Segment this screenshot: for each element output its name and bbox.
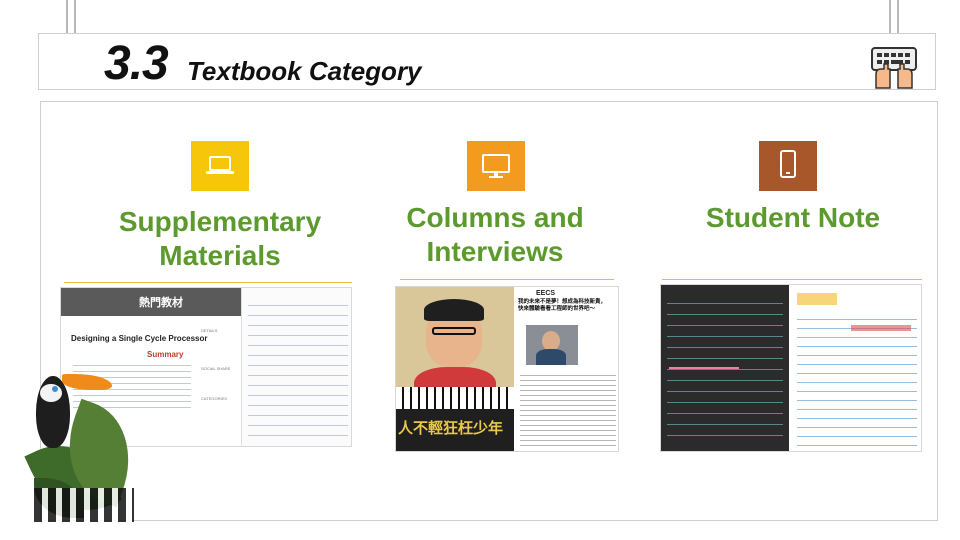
category-title-line2: Materials [159, 240, 281, 271]
category-student-note-title: Student Note [680, 201, 906, 235]
category-title-line1: Columns and [406, 202, 584, 233]
article-text-block [520, 371, 616, 447]
section-title: Textbook Category [187, 56, 422, 86]
chalkboard-notes [661, 285, 789, 451]
interview-photo [526, 325, 578, 365]
magazine-headline: 我的未來不是夢！想成為科技新貴， 快來體驗看看工程師的世界吧～ [518, 299, 618, 313]
category-divider [64, 282, 352, 283]
monitor-icon [467, 141, 525, 191]
category-divider [662, 279, 922, 280]
smartphone-icon [759, 141, 817, 191]
student-note-thumbnail[interactable] [660, 284, 922, 452]
category-title-line2: Interviews [426, 236, 564, 267]
laptop-icon [191, 141, 249, 191]
handwritten-notes-page [241, 288, 351, 446]
headline-line1: 我的未來不是夢！想成為科技新貴， [518, 299, 607, 305]
toucan-icon [36, 376, 70, 448]
thumbnail-banner: 熱門教材 [139, 297, 183, 309]
category-title-line1: Supplementary [118, 206, 322, 237]
typing-keyboard-icon [870, 44, 918, 90]
cover-caption: 人不輕狂枉少年 [398, 420, 504, 437]
columns-interviews-thumbnail[interactable]: 人不輕狂枉少年 EECS 我的未來不是夢！想成為科技新貴， 快來體驗看看工程師的… [395, 286, 619, 452]
magazine-header: EECS [536, 290, 556, 297]
headline-line2: 快來體驗看看工程師的世界吧～ [518, 306, 596, 312]
cartoon-cover: 人不輕狂枉少年 [396, 287, 514, 451]
thumbnail-details-label: DETAILS [201, 328, 218, 333]
title-bar [38, 33, 936, 90]
category-supplementary-title: Supplementary Materials [100, 205, 340, 273]
category-divider [400, 279, 614, 280]
category-interviews-title: Columns and Interviews [380, 201, 610, 269]
thumbnail-doc-title: Designing a Single Cycle Processor [71, 334, 208, 343]
thumbnail-social-label: SOCIAL SHARE [201, 366, 231, 371]
category-title-line1: Student Note [705, 202, 881, 233]
thumbnail-categories-label: CATEGORIES [201, 396, 227, 401]
section-number: 3.3 [104, 37, 169, 90]
handwritten-notes [791, 285, 921, 451]
tropical-decoration [24, 368, 148, 530]
thumbnail-summary-heading: Summary [147, 350, 184, 359]
